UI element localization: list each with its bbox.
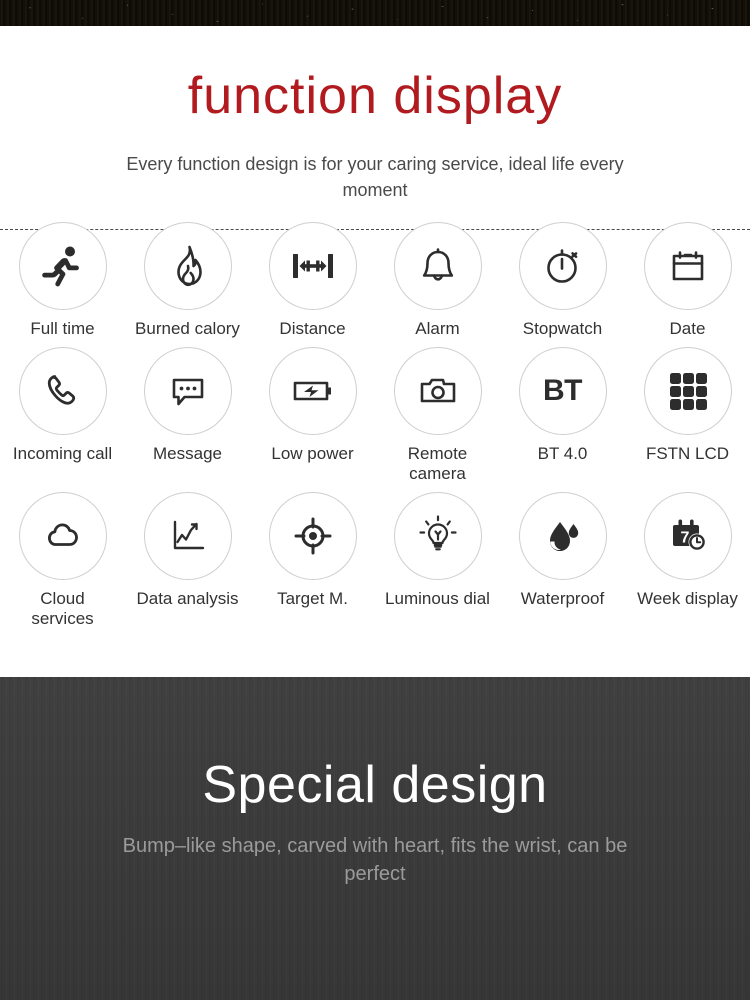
feature-label: Cloud services (31, 589, 94, 629)
feature-label: Alarm (415, 319, 460, 338)
icon-circle (18, 347, 107, 436)
top-texture-banner (0, 0, 750, 26)
feature-item-bt[interactable]: BT BT 4.0 (500, 347, 625, 484)
icon-circle (393, 492, 482, 581)
feature-label: Target M. (277, 589, 348, 609)
feature-item-stopwatch[interactable]: Stopwatch (500, 222, 625, 339)
icon-circle (268, 492, 357, 581)
speech-bubble-icon (164, 367, 212, 415)
bluetooth-text-icon: BT (543, 374, 583, 408)
bell-icon (414, 242, 462, 290)
feature-label: Stopwatch (522, 319, 603, 338)
icon-circle (518, 492, 607, 581)
feature-item-incoming-call[interactable]: Incoming call (0, 347, 125, 484)
camera-icon (414, 367, 462, 415)
line-chart-icon (164, 512, 212, 560)
crosshair-target-icon (289, 512, 337, 560)
feature-label: Full time (30, 319, 95, 338)
icon-circle (268, 222, 357, 310)
calendar-icon (664, 242, 712, 290)
icon-circle (18, 222, 107, 310)
flame-icon (164, 242, 212, 290)
feature-item-remote-camera[interactable]: Remote camera (375, 347, 500, 484)
cloud-icon (39, 512, 87, 560)
lightbulb-icon (414, 512, 462, 560)
feature-item-low-power[interactable]: Low power (250, 347, 375, 484)
feature-label: BT 4.0 (537, 444, 588, 464)
feature-item-target-m[interactable]: Target M. (250, 492, 375, 629)
grid-squares-icon (665, 368, 711, 414)
page-subtitle: Every function design is for your caring… (126, 154, 624, 201)
feature-label: Luminous dial (385, 589, 490, 609)
feature-label: Incoming call (12, 444, 113, 464)
icon-circle (393, 222, 482, 310)
special-design-section: Special design Bump–like shape, carved w… (0, 677, 750, 1000)
icon-circle (518, 222, 607, 310)
distance-measure-icon (288, 242, 338, 290)
calendar-day-number: 7 (680, 530, 689, 547)
icon-circle (18, 492, 107, 581)
feature-label: Date (669, 319, 706, 338)
phone-handset-icon (39, 367, 87, 415)
feature-item-fstn-lcd[interactable]: FSTN LCD (625, 347, 750, 484)
feature-label: Message (153, 444, 222, 464)
page-title: function display (187, 67, 563, 125)
page-header: function display Every function design i… (0, 26, 750, 230)
feature-item-luminous-dial[interactable]: Luminous dial (375, 492, 500, 629)
running-man-icon (39, 242, 87, 290)
battery-bolt-icon (288, 367, 338, 415)
water-drop-icon (539, 512, 587, 560)
feature-grid: Full time Burned calory Distance Alarm S… (0, 222, 750, 629)
icon-circle (143, 222, 232, 310)
feature-item-alarm[interactable]: Alarm (375, 222, 500, 339)
icon-circle (143, 492, 232, 581)
feature-item-week-display[interactable]: 7 Week display (625, 492, 750, 629)
feature-label: Distance (279, 319, 346, 338)
feature-label: Burned calory (135, 319, 240, 338)
feature-label: FSTN LCD (645, 444, 730, 464)
feature-label: Low power (271, 444, 354, 464)
feature-item-message[interactable]: Message (125, 347, 250, 484)
icon-circle (268, 347, 357, 436)
special-design-title: Special design (202, 756, 548, 814)
icon-circle (143, 347, 232, 436)
special-design-subtitle: Bump–like shape, carved with heart, fits… (122, 835, 628, 886)
feature-label: Week display (637, 589, 738, 609)
icon-circle (393, 347, 482, 436)
feature-label: Data analysis (136, 589, 239, 609)
stopwatch-icon (539, 242, 587, 290)
icon-circle (643, 347, 732, 436)
feature-label: Remote camera (407, 444, 468, 484)
feature-item-distance[interactable]: Distance (250, 222, 375, 339)
feature-item-full-time[interactable]: Full time (0, 222, 125, 339)
calendar-clock-icon: 7 (664, 512, 712, 560)
feature-item-cloud-services[interactable]: Cloud services (0, 492, 125, 629)
icon-circle (643, 222, 732, 310)
feature-item-waterproof[interactable]: Waterproof (500, 492, 625, 629)
feature-item-date[interactable]: Date (625, 222, 750, 339)
icon-circle: 7 (643, 492, 732, 581)
feature-item-burned-calory[interactable]: Burned calory (125, 222, 250, 339)
icon-circle: BT (518, 347, 607, 436)
feature-item-data-analysis[interactable]: Data analysis (125, 492, 250, 629)
feature-label: Waterproof (520, 589, 605, 609)
